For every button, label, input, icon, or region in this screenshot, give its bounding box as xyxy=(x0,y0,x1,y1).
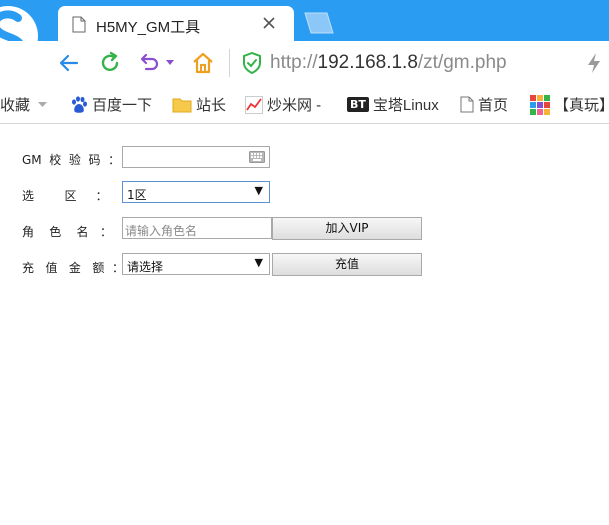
bookmark-favorites[interactable]: 收藏 xyxy=(0,94,51,115)
close-icon[interactable] xyxy=(263,17,275,29)
page-icon xyxy=(460,96,474,113)
role-name-input[interactable]: 请输入角色名 xyxy=(122,217,272,239)
lightning-icon[interactable] xyxy=(586,52,602,74)
caret-down-icon: ▼ xyxy=(254,184,263,197)
bookmark-label: 站长 xyxy=(196,97,227,114)
toolbar-divider xyxy=(229,49,230,77)
amount-value: 请选择 xyxy=(127,260,164,274)
bookmark-label: 宝塔Linux xyxy=(372,97,439,114)
baidu-paw-icon xyxy=(72,95,87,113)
zone-select[interactable]: 1区 ▼ xyxy=(122,181,270,203)
shield-check-icon[interactable] xyxy=(242,52,262,74)
bookmark-chaomi[interactable]: 炒米网 - xyxy=(245,94,321,115)
bookmark-baidu[interactable]: 百度一下 xyxy=(70,94,152,115)
tab-title: H5MY_GM工具 xyxy=(96,19,201,36)
chart-line-icon xyxy=(245,95,263,114)
bookmarks-bar: 收藏 百度一下 站长 炒米网 - BT 宝塔Linux 首页 【真玩】 xyxy=(0,85,609,124)
url-scheme: http:// xyxy=(270,52,318,73)
caret-down-icon: ▼ xyxy=(254,256,263,269)
url-path: /zt/gm.php xyxy=(417,52,507,73)
url-text[interactable]: http://192.168.1.8/zt/gm.php xyxy=(270,52,507,74)
zone-label: 选 区 ： xyxy=(22,189,108,203)
tab-active[interactable]: H5MY_GM工具 xyxy=(58,6,294,42)
bookmark-label: 首页 xyxy=(478,97,509,114)
bookmark-zhanzhang[interactable]: 站长 xyxy=(172,94,226,115)
tab-strip: H5MY_GM工具 xyxy=(0,0,609,66)
bookmark-label: 收藏 xyxy=(0,97,31,114)
back-arrow-icon[interactable] xyxy=(58,52,80,74)
amount-label: 充 值 金 额 ： xyxy=(22,261,124,275)
folder-icon xyxy=(172,98,192,112)
colorful-grid-icon xyxy=(530,94,550,115)
role-name-label: 角 色 名 ： xyxy=(22,225,112,239)
new-tab-icon[interactable] xyxy=(299,12,335,34)
chevron-down-icon xyxy=(38,101,48,107)
bookmark-label: 【真玩】 xyxy=(554,97,609,114)
undo-icon[interactable] xyxy=(138,52,162,74)
chevron-down-icon[interactable] xyxy=(166,60,174,66)
gm-code-input[interactable] xyxy=(122,146,270,168)
home-icon[interactable] xyxy=(191,51,215,75)
role-name-placeholder: 请输入角色名 xyxy=(125,224,198,238)
zone-value: 1区 xyxy=(127,188,147,202)
gm-code-label: GM 校 验 码 ： xyxy=(22,153,121,167)
keyboard-icon[interactable] xyxy=(249,151,265,163)
add-vip-button[interactable]: 加入VIP xyxy=(272,217,422,240)
refresh-icon[interactable] xyxy=(98,51,122,75)
bookmark-home[interactable]: 首页 xyxy=(460,94,508,115)
amount-select[interactable]: 请选择 ▼ xyxy=(122,253,270,275)
page-icon xyxy=(72,16,86,33)
bookmark-label: 百度一下 xyxy=(92,97,153,114)
page-content: GM 校 验 码 ： 选 区 ： 1区 ▼ 角 色 名 ： 请输入角色名 加入V… xyxy=(0,124,609,525)
bookmark-label: 炒米网 - xyxy=(267,97,322,114)
bt-badge-icon: BT xyxy=(347,97,369,112)
recharge-button[interactable]: 充值 xyxy=(272,253,422,276)
bookmark-baota[interactable]: BT 宝塔Linux xyxy=(347,94,439,115)
bookmark-zhenwan[interactable]: 【真玩】 xyxy=(530,94,609,115)
url-host: 192.168.1.8 xyxy=(317,52,418,73)
address-bar: http://192.168.1.8/zt/gm.php xyxy=(0,41,609,85)
